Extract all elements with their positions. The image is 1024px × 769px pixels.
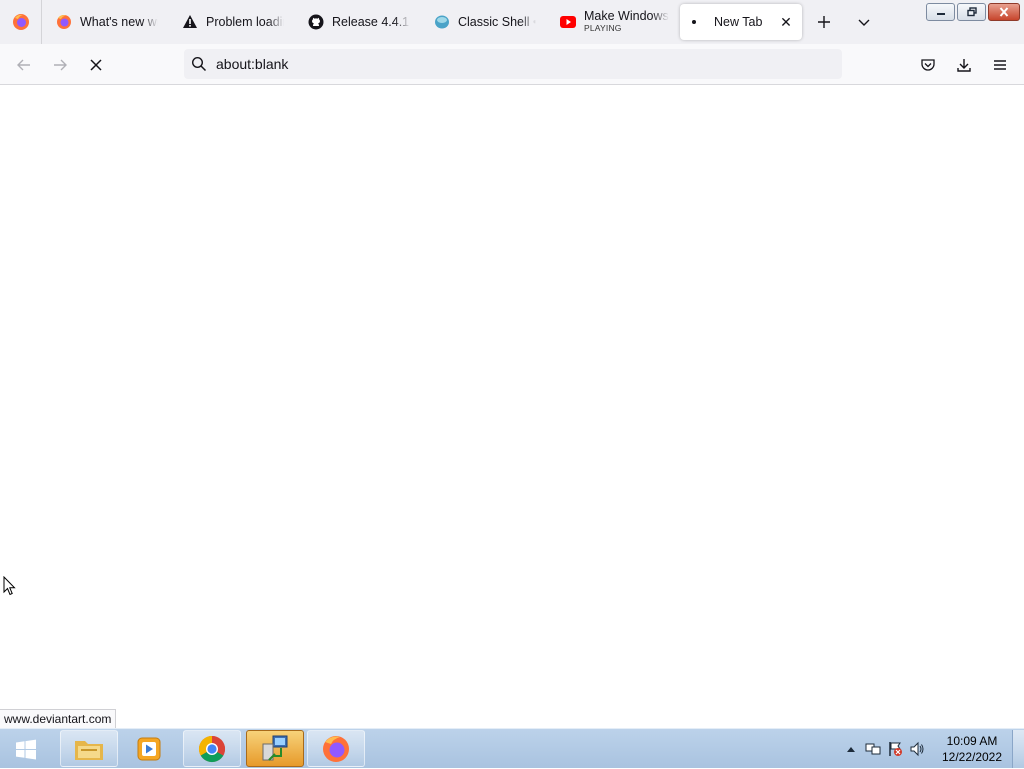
taskbar-clock[interactable]: 10:09 AM 12/22/2022: [936, 733, 1008, 765]
volume-icon[interactable]: [906, 741, 928, 757]
new-tab-button[interactable]: [812, 10, 836, 34]
youtube-icon: [560, 14, 576, 30]
status-panel: www.deviantart.com: [0, 709, 117, 728]
tab-classic-shell[interactable]: Classic Shell • V: [424, 4, 546, 40]
stop-icon: [90, 59, 102, 71]
tab-playing-label: PLAYING: [584, 23, 622, 33]
firefox-icon: [56, 14, 72, 30]
tab-release[interactable]: Release 4.4.170: [298, 4, 420, 40]
tab-make-windows[interactable]: Make Windows PLAYING: [550, 4, 676, 40]
tab-whats-new[interactable]: What's new with: [46, 4, 168, 40]
forward-button[interactable]: [47, 52, 73, 78]
mouse-cursor-icon: [3, 576, 16, 596]
github-icon: [308, 14, 324, 30]
tab-label: Classic Shell • V: [458, 15, 536, 29]
tab-label: Release 4.4.170: [332, 15, 410, 29]
pocket-icon: [921, 59, 935, 71]
pocket-button[interactable]: [915, 52, 941, 78]
firefox-view-button[interactable]: [0, 0, 42, 44]
firefox-icon: [323, 735, 349, 762]
hamburger-menu-icon: [994, 60, 1006, 70]
search-icon: [190, 55, 208, 73]
tab-label: Problem loading: [206, 15, 284, 29]
app-menu-button[interactable]: [987, 52, 1013, 78]
warning-icon: [182, 14, 198, 30]
minimize-icon: [936, 13, 945, 15]
start-button[interactable]: [8, 735, 44, 765]
close-window-button[interactable]: [988, 3, 1020, 21]
minimize-button[interactable]: [926, 3, 955, 21]
firefox-icon: [12, 14, 29, 30]
windows-logo-icon: [16, 739, 36, 760]
folder-icon: [75, 740, 103, 760]
network-computer-icon: [262, 735, 288, 761]
show-hidden-icons-icon[interactable]: [844, 746, 858, 752]
forward-arrow-icon: [54, 59, 67, 71]
clock-time: 10:09 AM: [946, 734, 998, 748]
back-arrow-icon: [17, 59, 30, 71]
shell-icon: [434, 14, 450, 30]
close-tab-icon[interactable]: ✕: [778, 14, 794, 30]
taskbar-chrome[interactable]: [183, 730, 241, 767]
page-content[interactable]: [0, 85, 1024, 728]
taskbar-network-app[interactable]: [246, 730, 304, 767]
address-bar[interactable]: [184, 49, 842, 79]
downloads-button[interactable]: [951, 52, 977, 78]
stop-button[interactable]: [83, 52, 109, 78]
tab-strip: What's new with Problem loading Release …: [0, 0, 1024, 44]
tab-label: New Tab: [714, 15, 763, 29]
taskbar-media-player[interactable]: [120, 730, 178, 767]
chevron-down-icon: [858, 19, 870, 26]
navigation-toolbar: [0, 44, 1024, 85]
taskbar-firefox[interactable]: [307, 730, 365, 767]
url-input[interactable]: [216, 56, 816, 72]
tab-label: Make Windows: [584, 10, 669, 22]
plus-icon: [818, 16, 830, 28]
windows-taskbar: 10:09 AM 12/22/2022: [0, 728, 1024, 768]
taskbar-file-explorer[interactable]: [60, 730, 118, 767]
show-desktop-button[interactable]: [1012, 730, 1024, 768]
action-center-icon[interactable]: [884, 741, 906, 757]
loading-dot-icon: [690, 14, 706, 30]
tab-label: What's new with: [80, 15, 158, 29]
clock-date: 12/22/2022: [941, 750, 1003, 764]
restore-icon: [966, 7, 977, 17]
media-player-icon: [137, 737, 161, 760]
back-button[interactable]: [11, 52, 37, 78]
restore-button[interactable]: [957, 3, 986, 21]
system-tray: [844, 729, 928, 769]
chrome-icon: [198, 735, 226, 762]
tab-new-tab[interactable]: New Tab ✕: [680, 4, 802, 40]
tab-text: Make Windows PLAYING: [584, 10, 669, 34]
tab-problem-loading[interactable]: Problem loading: [172, 4, 294, 40]
list-all-tabs-button[interactable]: [852, 10, 876, 34]
download-icon: [957, 59, 971, 72]
network-icon[interactable]: [862, 741, 884, 757]
close-icon: [999, 7, 1009, 17]
